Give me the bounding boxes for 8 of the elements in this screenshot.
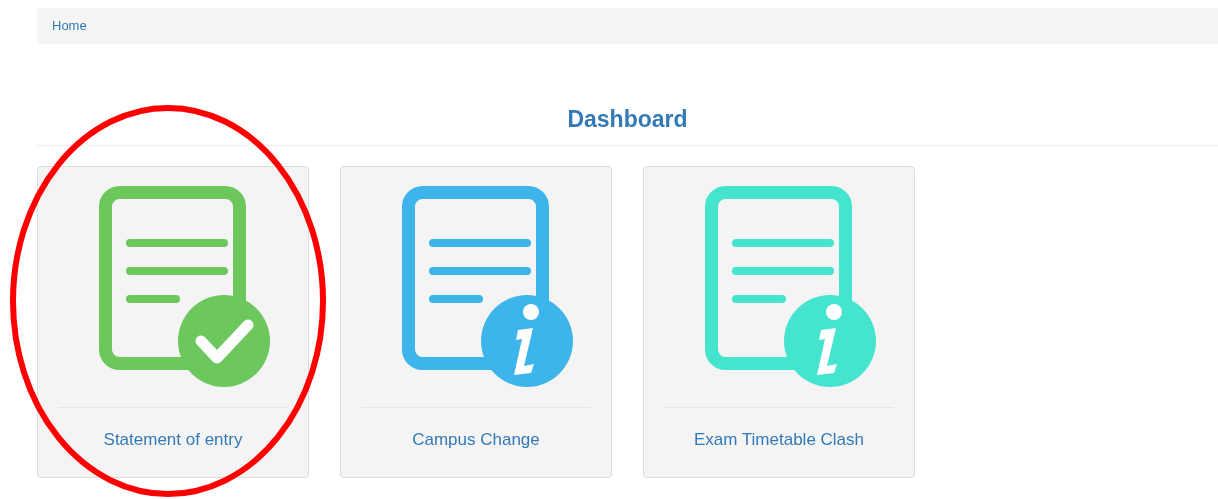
card-label[interactable]: Campus Change (412, 426, 540, 452)
dashboard-card[interactable]: Statement of entry (37, 165, 309, 478)
dashboard-card[interactable]: Campus Change (340, 165, 612, 478)
breadcrumb-link[interactable]: Home (52, 16, 87, 36)
card-label[interactable]: Statement of entry (103, 426, 243, 452)
dashboard-card[interactable]: Exam Timetable Clash (643, 165, 915, 478)
card-label[interactable]: Exam Timetable Clash (693, 426, 865, 452)
page-title: Dashboard (567, 105, 688, 134)
